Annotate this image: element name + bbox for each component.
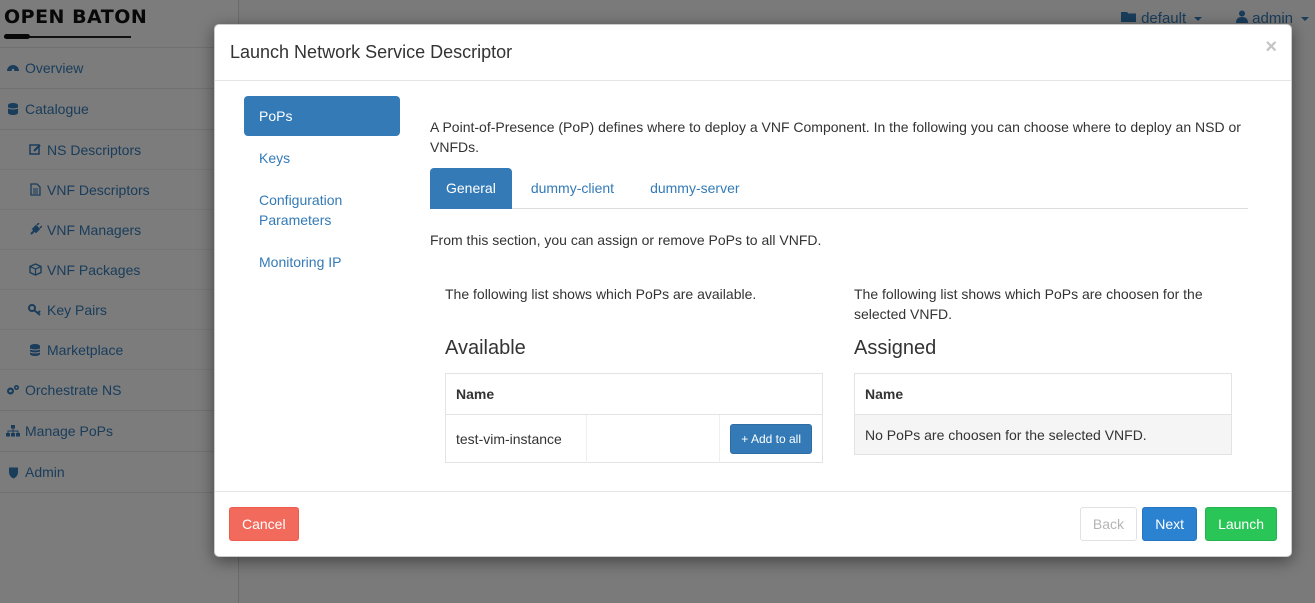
assigned-column: The following list shows which PoPs are … (854, 284, 1232, 455)
available-column: The following list shows which PoPs are … (445, 284, 823, 463)
pops-intro-text: A Point-of-Presence (PoP) defines where … (430, 119, 1241, 155)
assigned-pops-table: Name No PoPs are choosen for the selecte… (854, 373, 1232, 455)
tab-dummy-server[interactable]: dummy-server (633, 168, 756, 209)
available-pops-table: Name test-vim-instance + Add to all (445, 373, 823, 463)
column-header-name: Name (445, 373, 823, 415)
available-heading: Available (445, 337, 526, 359)
launch-button[interactable]: Launch (1205, 507, 1277, 541)
column-header-name: Name (854, 373, 1232, 415)
step-keys[interactable]: Keys (244, 138, 400, 178)
launch-nsd-modal: Launch Network Service Descriptor × PoPs… (214, 24, 1292, 557)
next-button[interactable]: Next (1142, 507, 1197, 541)
pop-name: test-vim-instance (445, 414, 588, 463)
vnfd-tabs: General dummy-client dummy-server (430, 168, 1248, 209)
action-cell: + Add to all (719, 414, 823, 463)
add-to-all-button[interactable]: + Add to all (730, 423, 812, 454)
general-section-note: From this section, you can assign or rem… (430, 232, 822, 248)
empty-cell (586, 414, 721, 463)
available-description: The following list shows which PoPs are … (445, 286, 757, 302)
modal-header: Launch Network Service Descriptor × (215, 25, 1291, 81)
step-pops[interactable]: PoPs (244, 96, 400, 136)
wizard-steps: PoPs Keys Configuration Parameters Monit… (244, 96, 400, 284)
table-row: No PoPs are choosen for the selected VNF… (854, 414, 1232, 455)
cancel-button[interactable]: Cancel (229, 507, 299, 541)
step-monitoring-ip[interactable]: Monitoring IP (244, 242, 400, 282)
modal-footer: Cancel Back Next Launch (215, 491, 1291, 556)
table-row: test-vim-instance + Add to all (445, 414, 823, 463)
back-button[interactable]: Back (1079, 507, 1137, 541)
tab-general[interactable]: General (430, 168, 512, 209)
pops-panel: A Point-of-Presence (PoP) defines where … (430, 117, 1248, 250)
assigned-heading: Assigned (854, 337, 937, 359)
step-configuration-parameters[interactable]: Configuration Parameters (244, 180, 400, 240)
assigned-description: The following list shows which PoPs are … (854, 286, 1203, 322)
modal-body: PoPs Keys Configuration Parameters Monit… (215, 81, 1291, 493)
empty-state-message: No PoPs are choosen for the selected VNF… (854, 414, 1232, 455)
close-icon[interactable]: × (1265, 37, 1277, 57)
tab-dummy-client[interactable]: dummy-client (514, 168, 631, 209)
modal-title: Launch Network Service Descriptor (230, 42, 513, 62)
